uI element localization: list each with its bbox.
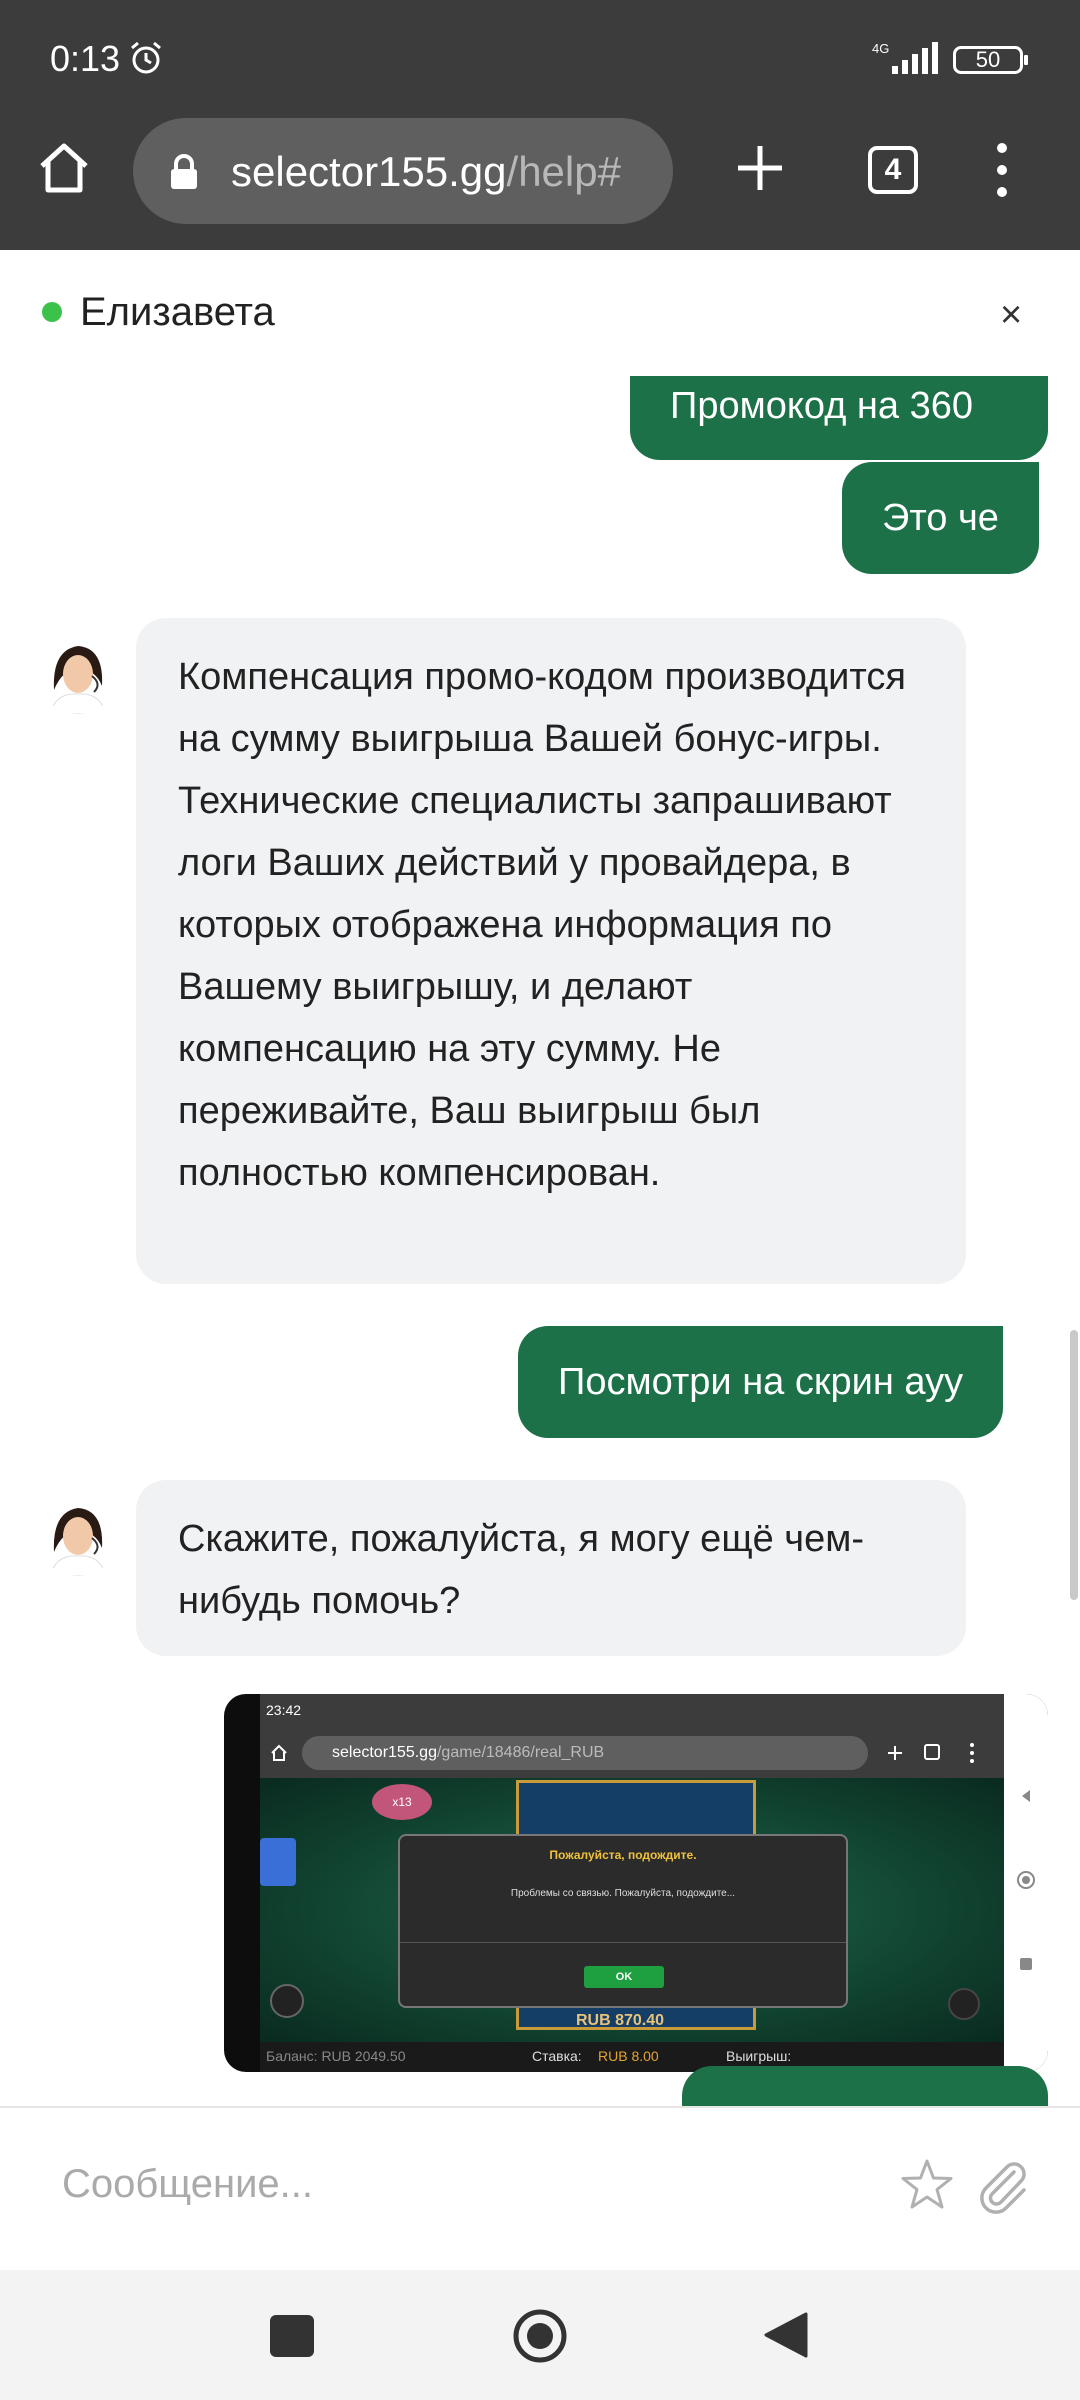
address-bar[interactable]: selector155.gg/help#: [133, 118, 673, 224]
new-tab-icon: [888, 1746, 902, 1760]
tab-switcher-button[interactable]: 4: [868, 146, 918, 194]
agent-message: Скажите, пожалуйста, я могу ещё чем-нибу…: [136, 1480, 966, 1656]
user-message-partial: [682, 2066, 1048, 2106]
connection-dialog: Пожалуйста, подождите. Проблемы со связь…: [398, 1834, 848, 2008]
browser-toolbar: selector155.gg/help# 4: [0, 118, 1080, 250]
lock-icon: [171, 154, 197, 189]
attachment-status-bar: 23:42: [260, 1694, 1004, 1728]
signal-icon: 4G: [872, 41, 938, 74]
dialog-title: Пожалуйста, подождите.: [549, 1848, 697, 1862]
online-status-indicator: [42, 302, 62, 322]
home-button-icon[interactable]: [512, 2308, 568, 2364]
home-icon[interactable]: [36, 140, 92, 196]
status-bar: 0:13 4G 50: [0, 0, 1080, 118]
game-menu-button: [948, 1988, 980, 2020]
status-time: 0:13: [50, 38, 121, 79]
chat-header: Елизавета ×: [0, 250, 1080, 376]
url-text: selector155.gg/help#: [231, 148, 621, 195]
attachment-nav-strip: [1004, 1694, 1048, 2072]
attached-image[interactable]: 23:42 selector155.gg/game/18486/real_RUB…: [224, 1694, 1048, 2072]
multiplier-badge: x13: [372, 1784, 432, 1820]
attach-icon[interactable]: [972, 2154, 1032, 2214]
system-nav-bar: [0, 2270, 1080, 2400]
recents-button[interactable]: [270, 2315, 314, 2357]
close-chat-button[interactable]: ×: [1000, 294, 1022, 337]
star-icon[interactable]: [900, 2158, 954, 2212]
agent-avatar: [36, 1492, 120, 1576]
attachment-browser-bar: selector155.gg/game/18486/real_RUB: [260, 1728, 1004, 1778]
message-list[interactable]: Промокод на 360 Это че Компенсация промо…: [0, 376, 1080, 2106]
home-icon: [271, 1744, 287, 1761]
game-home-button: [270, 1984, 304, 2018]
more-menu-icon[interactable]: [990, 140, 1014, 200]
attachment-url: selector155.gg/game/18486/real_RUB: [302, 1736, 868, 1770]
new-tab-icon[interactable]: [734, 142, 786, 194]
agent-message: Компенсация промо-кодом производится на …: [136, 618, 966, 1284]
message-input[interactable]: Сообщение...: [62, 2162, 313, 2207]
back-button-icon[interactable]: [762, 2310, 810, 2360]
message-composer: Сообщение...: [0, 2106, 1080, 2270]
scrollbar[interactable]: [1070, 1330, 1078, 1600]
tab-switcher-icon: [924, 1744, 940, 1760]
game-screen: x13 Пожалуйста, подождите. Проблемы со с…: [260, 1778, 1004, 2042]
agent-avatar: [36, 630, 120, 714]
exit-game-button: [260, 1838, 296, 1886]
user-message: Промокод на 360: [630, 376, 1048, 460]
dialog-message: Проблемы со связью. Пожалуйста, подождит…: [510, 1888, 736, 1899]
user-message: Это че: [842, 462, 1039, 574]
win-amount: RUB 870.40: [576, 2012, 665, 2029]
svg-text:4G: 4G: [872, 41, 889, 56]
user-message: Посмотри на скрин ауу: [518, 1326, 1004, 1438]
battery-icon: 50: [953, 46, 1028, 74]
more-menu-icon: [970, 1743, 974, 1763]
dialog-ok-button: OK: [584, 1966, 664, 1988]
agent-name: Елизавета: [80, 290, 275, 334]
alarm-icon: [131, 41, 161, 74]
